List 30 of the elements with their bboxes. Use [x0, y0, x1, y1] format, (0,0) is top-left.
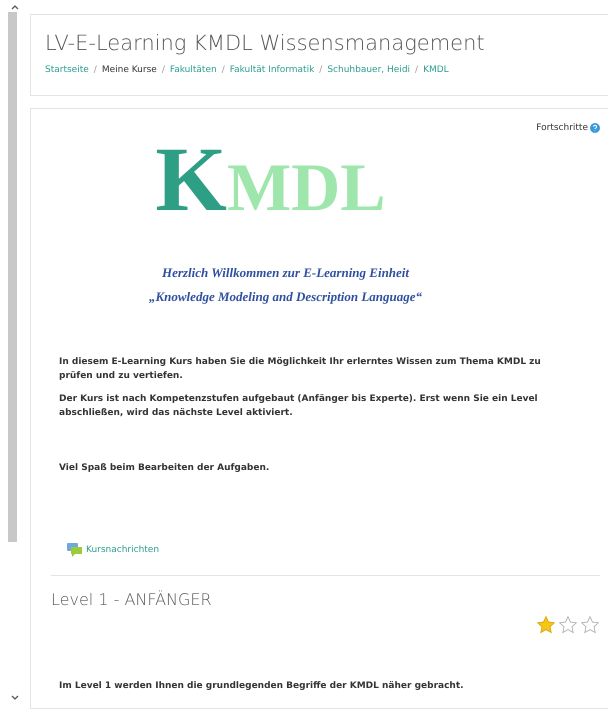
breadcrumb-link[interactable]: Startseite	[45, 65, 89, 75]
breadcrumb-link[interactable]: KMDL	[423, 65, 449, 75]
breadcrumb-link[interactable]: Fakultät Informatik	[230, 65, 314, 75]
breadcrumb-separator: /	[319, 65, 322, 75]
closing-text: Viel Spaß beim Bearbeiten der Aufgaben.	[59, 462, 270, 475]
breadcrumb-separator: /	[94, 65, 97, 75]
breadcrumb-link[interactable]: Meine Kurse	[102, 65, 157, 75]
help-icon[interactable]	[590, 123, 600, 133]
empty-star-icon	[558, 614, 578, 635]
news-link[interactable]: Kursnachrichten	[67, 542, 600, 557]
intro-paragraph: In diesem E-Learning Kurs haben Sie die Möglichkeit Ihr erlerntes Wissen zum Thema KMDL zu prüfen und zu vertiefen.	[59, 356, 542, 384]
chat-bubbles-icon	[67, 542, 83, 557]
breadcrumb-separator: /	[415, 65, 418, 75]
breadcrumb-separator: /	[222, 65, 225, 75]
welcome-heading: „Knowledge Modeling and Description Language“	[148, 289, 424, 305]
scroll-up-icon[interactable]	[11, 4, 19, 10]
breadcrumb-separator: /	[162, 65, 165, 75]
intro-paragraph: Der Kurs ist nach Kompetenzstufen aufgebaut (Anfänger bis Experte). Erst wenn Sie ein Level abschließen, wird das nächste Level aktiviert.	[59, 392, 539, 420]
course-title: LV-E-Learning KMDL Wissensmanagement	[45, 31, 486, 55]
progress-label: Fortschritte	[536, 123, 588, 133]
scrollbar-thumb[interactable]	[8, 12, 16, 542]
section-title: Level 1 - ANFÄNGER	[51, 590, 213, 609]
filled-star-icon	[536, 614, 556, 635]
kmdl-logo: KMDL	[154, 133, 387, 225]
breadcrumb-link[interactable]: Fakultäten	[170, 65, 217, 75]
welcome-heading: Herzlich Willkommen zur E-Learning Einheit	[160, 265, 410, 281]
empty-star-icon	[580, 614, 600, 635]
section-description: Im Level 1 werden Ihnen die grundlegenden Begriffe der KMDL näher gebracht.	[59, 680, 465, 693]
breadcrumb-link[interactable]: Schuhbauer, Heidi	[327, 65, 410, 75]
scroll-down-icon[interactable]	[11, 695, 19, 701]
